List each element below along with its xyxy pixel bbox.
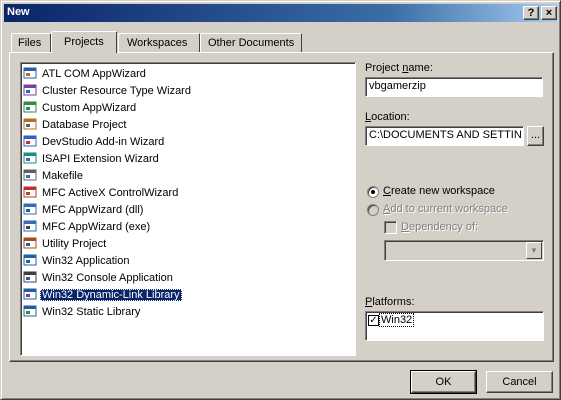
location-input[interactable]: C:\DOCUMENTS AND SETTIN	[365, 126, 524, 146]
platforms-list[interactable]: ✓ Win32	[365, 311, 544, 341]
project-type-label: Cluster Resource Type Wizard	[42, 85, 191, 97]
project-type-item[interactable]: DevStudio Add-in Wizard	[23, 134, 166, 150]
database-icon	[23, 117, 37, 131]
tab-files[interactable]: Files	[11, 33, 51, 52]
project-type-label: Win32 Application	[42, 255, 130, 267]
dependency-checkbox[interactable]	[384, 221, 397, 234]
wizard-icon	[23, 100, 37, 114]
ok-button[interactable]: OK	[410, 370, 477, 394]
mfc-dll-icon	[23, 202, 37, 216]
platform-win32-label[interactable]: Win32	[378, 313, 415, 327]
dll-icon	[23, 287, 37, 301]
project-type-label: Custom AppWizard	[42, 102, 137, 114]
project-name-input[interactable]: vbgamerzip	[365, 77, 543, 97]
project-type-item[interactable]: Database Project	[23, 117, 128, 133]
project-type-label: Win32 Static Library	[42, 306, 141, 318]
project-type-item[interactable]: Win32 Static Library	[23, 304, 142, 320]
add-workspace-label[interactable]: Add to current workspace	[383, 203, 508, 215]
project-type-label: MFC AppWizard (dll)	[42, 204, 144, 216]
platforms-label: Platforms:	[365, 296, 415, 308]
project-name-label: Project name:	[365, 62, 433, 74]
dependency-dropdown[interactable]: ▼	[384, 240, 544, 261]
project-type-item[interactable]: ATL COM AppWizard	[23, 66, 148, 82]
mfc-exe-icon	[23, 219, 37, 233]
project-type-item[interactable]: Makefile	[23, 168, 85, 184]
lib-icon	[23, 304, 37, 318]
create-workspace-radio[interactable]	[367, 186, 379, 198]
project-type-label: MFC AppWizard (exe)	[42, 221, 151, 233]
project-type-item[interactable]: Utility Project	[23, 236, 108, 252]
dependency-label[interactable]: Dependency of:	[401, 221, 478, 233]
new-dialog: New ? × Files Projects Workspaces Other …	[0, 0, 561, 400]
browse-button[interactable]: ...	[527, 126, 544, 146]
project-type-list[interactable]: ATL COM AppWizard Cluster Resource Type W…	[20, 62, 356, 356]
project-type-label: DevStudio Add-in Wizard	[42, 136, 165, 148]
help-button[interactable]: ?	[523, 6, 539, 20]
chevron-down-icon[interactable]: ▼	[526, 242, 542, 259]
location-label: Location:	[365, 111, 410, 123]
atl-icon	[23, 66, 37, 80]
title-bar[interactable]: New ? ×	[4, 4, 557, 22]
project-type-item[interactable]: MFC ActiveX ControlWizard	[23, 185, 180, 201]
create-workspace-label[interactable]: Create new workspace	[383, 185, 495, 197]
project-type-label: Win32 Dynamic-Link Library	[40, 289, 182, 301]
add-workspace-radio[interactable]	[367, 204, 379, 216]
win32-app-icon	[23, 253, 37, 267]
project-type-item[interactable]: Win32 Console Application	[23, 270, 175, 286]
project-type-item[interactable]: MFC AppWizard (dll)	[23, 202, 145, 218]
project-type-item[interactable]: Custom AppWizard	[23, 100, 138, 116]
cluster-icon	[23, 83, 37, 97]
project-type-label: ISAPI Extension Wizard	[42, 153, 159, 165]
activex-icon	[23, 185, 37, 199]
project-type-label: Makefile	[42, 170, 83, 182]
projects-panel: ATL COM AppWizard Cluster Resource Type W…	[9, 52, 554, 362]
project-type-label: Database Project	[42, 119, 127, 131]
tab-projects[interactable]: Projects	[51, 31, 117, 53]
project-type-label: Utility Project	[42, 238, 107, 250]
project-type-label: MFC ActiveX ControlWizard	[42, 187, 179, 199]
project-type-item[interactable]: ISAPI Extension Wizard	[23, 151, 161, 167]
platform-win32-checkbox[interactable]: ✓	[368, 315, 379, 326]
makefile-icon	[23, 168, 37, 182]
tab-workspaces[interactable]: Workspaces	[118, 33, 200, 52]
console-icon	[23, 270, 37, 284]
window-title: New	[7, 6, 30, 18]
tab-other-documents[interactable]: Other Documents	[200, 33, 302, 52]
project-type-item[interactable]: Cluster Resource Type Wizard	[23, 83, 193, 99]
project-type-item[interactable]: Win32 Dynamic-Link Library	[23, 287, 182, 303]
project-type-item[interactable]: MFC AppWizard (exe)	[23, 219, 152, 235]
close-button[interactable]: ×	[541, 6, 557, 20]
addin-icon	[23, 134, 37, 148]
project-type-label: Win32 Console Application	[42, 272, 173, 284]
utility-icon	[23, 236, 37, 250]
project-type-item[interactable]: Win32 Application	[23, 253, 131, 269]
cancel-button[interactable]: Cancel	[486, 371, 553, 393]
project-type-label: ATL COM AppWizard	[42, 68, 146, 80]
globe-icon	[23, 151, 37, 165]
